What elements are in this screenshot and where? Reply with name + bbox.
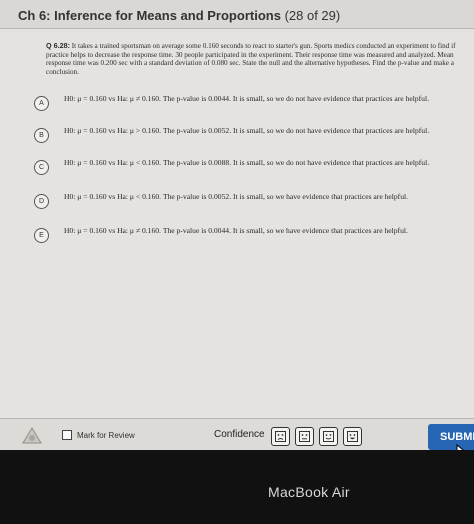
app-logo-icon bbox=[22, 427, 42, 445]
option-letter-d[interactable]: D bbox=[34, 194, 49, 209]
option-letter-e[interactable]: E bbox=[34, 228, 49, 243]
neutral-face-icon[interactable] bbox=[295, 427, 314, 446]
device-brand-label: MacBook Air bbox=[268, 484, 350, 500]
mark-for-review[interactable]: Mark for Review bbox=[62, 430, 135, 440]
option-letter-a[interactable]: A bbox=[34, 96, 49, 111]
confidence-label: Confidence bbox=[214, 429, 265, 440]
mark-for-review-label[interactable]: Mark for Review bbox=[77, 431, 135, 440]
question-body: It takes a trained sportsman on average … bbox=[46, 42, 456, 76]
option-text-c[interactable]: H0: μ = 0.160 vs Ha: μ < 0.160. The p-va… bbox=[64, 158, 454, 168]
chapter-title: Ch 6: Inference for Means and Proportion… bbox=[18, 8, 281, 23]
quiz-footer: Mark for Review Confidence SUBMI bbox=[0, 418, 474, 450]
question-progress: (28 of 29) bbox=[284, 8, 341, 23]
quiz-header: Ch 6: Inference for Means and Proportion… bbox=[0, 0, 474, 29]
slight-smile-face-icon[interactable] bbox=[319, 427, 338, 446]
quiz-screen: Ch 6: Inference for Means and Proportion… bbox=[0, 0, 474, 450]
option-letter-c[interactable]: C bbox=[34, 160, 49, 175]
option-text-e[interactable]: H0: μ = 0.160 vs Ha: μ ≠ 0.160. The p-va… bbox=[64, 226, 454, 236]
option-text-a[interactable]: H0: μ = 0.160 vs Ha: μ ≠ 0.160. The p-va… bbox=[64, 94, 454, 104]
question-number: Q 6.28: bbox=[46, 41, 70, 50]
option-letter-b[interactable]: B bbox=[34, 128, 49, 143]
mark-for-review-checkbox[interactable] bbox=[62, 430, 72, 440]
laptop-bezel bbox=[0, 450, 474, 524]
happy-face-icon[interactable] bbox=[343, 427, 362, 446]
question-text-block: Q 6.28: It takes a trained sportsman on … bbox=[46, 41, 472, 76]
option-text-b[interactable]: H0: μ = 0.160 vs Ha: μ > 0.160. The p-va… bbox=[64, 126, 454, 136]
sad-face-icon[interactable] bbox=[271, 427, 290, 446]
option-text-d[interactable]: H0: μ = 0.160 vs Ha: μ < 0.160. The p-va… bbox=[64, 192, 454, 202]
page-title: Ch 6: Inference for Means and Proportion… bbox=[18, 8, 340, 23]
